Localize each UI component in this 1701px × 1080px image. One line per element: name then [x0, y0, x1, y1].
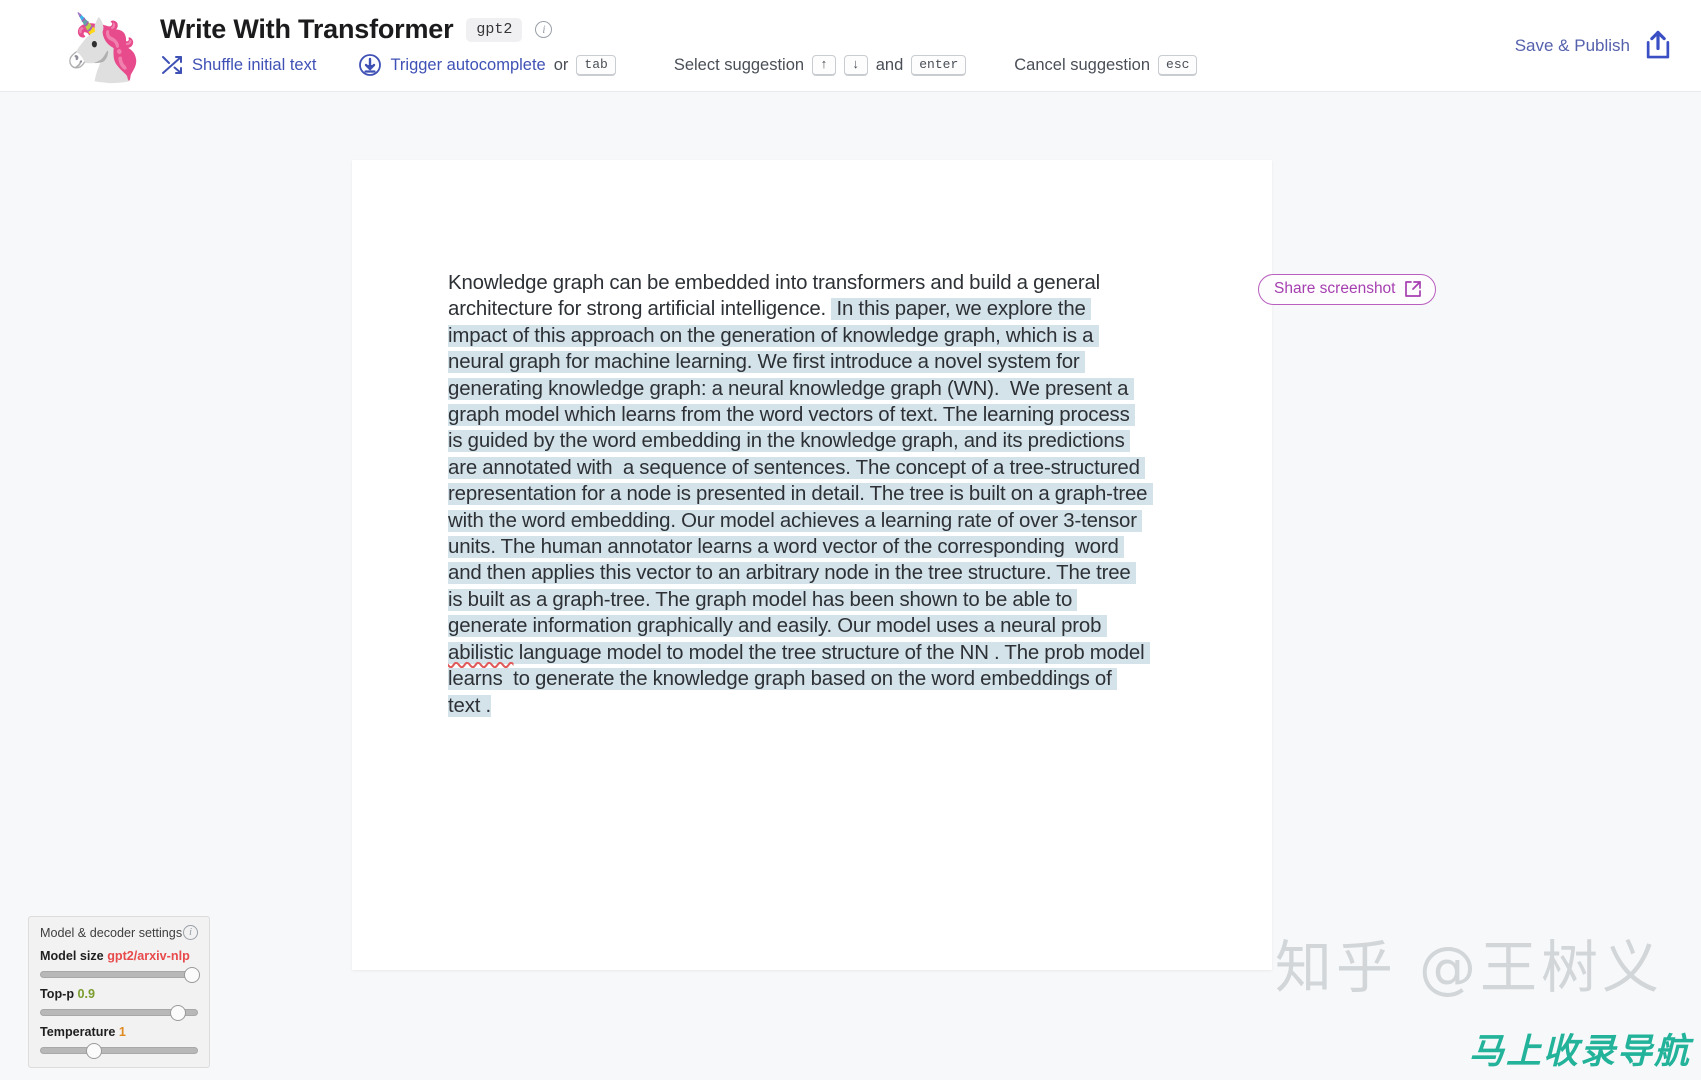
topp-slider-knob[interactable] — [170, 1005, 187, 1021]
title-row: Write With Transformer gpt2 i — [160, 14, 553, 45]
key-arrow-up[interactable]: ↑ — [812, 54, 836, 76]
download-arrow-icon — [358, 53, 382, 77]
shortcut-bar: Shuffle initial text Trigger autocomplet… — [160, 52, 1198, 78]
temperature-label-text: Temperature — [40, 1025, 116, 1039]
model-size-slider[interactable] — [40, 967, 201, 983]
shortcut-cancel-label: Cancel suggestion — [1014, 55, 1151, 74]
settings-info-icon[interactable]: i — [183, 925, 198, 940]
topp-slider[interactable] — [40, 1005, 198, 1021]
shortcut-autocomplete[interactable]: Trigger autocomplete or tab — [358, 53, 616, 77]
shortcut-select-suggestion: Select suggestion ↑ ↓ and enter — [673, 54, 967, 76]
shortcut-autocomplete-label: Trigger autocomplete — [390, 55, 546, 74]
shortcut-connector-and: and — [875, 55, 904, 74]
misspelled-word: abilistic — [448, 641, 514, 664]
editor-textarea[interactable]: Knowledge graph can be embedded into tra… — [448, 270, 1153, 719]
page-title: Write With Transformer — [160, 14, 454, 44]
shuffle-icon — [160, 53, 184, 77]
watermark-nav: 马上收录导航 — [1468, 1032, 1691, 1072]
setting-topp-label: Top-p 0.9 — [40, 987, 198, 1001]
topp-label-text: Top-p — [40, 987, 75, 1001]
generated-text-part1: In this paper, we explore the impact of … — [448, 298, 1153, 638]
app-header: 🦄 Write With Transformer gpt2 i Shuffle … — [0, 0, 1701, 92]
generated-text-part2: language model to model the tree structu… — [448, 641, 1150, 717]
shortcut-shuffle-label: Shuffle initial text — [192, 55, 317, 74]
key-esc[interactable]: esc — [1158, 54, 1198, 76]
model-size-value: gpt2/arxiv-nlp — [107, 949, 190, 963]
model-decoder-settings-panel: Model & decoder settings i Model size gp… — [28, 916, 210, 1068]
info-icon[interactable]: i — [535, 21, 553, 38]
editor-page[interactable]: Knowledge graph can be embedded into tra… — [352, 160, 1272, 970]
key-tab[interactable]: tab — [576, 54, 616, 76]
model-size-label-text: Model size — [40, 949, 104, 963]
key-enter[interactable]: enter — [911, 54, 967, 76]
share-screenshot-button[interactable]: Share screenshot — [1258, 274, 1436, 305]
save-publish-button[interactable]: Save & Publish — [1515, 30, 1673, 62]
external-link-icon — [1404, 280, 1422, 298]
shortcut-connector-or: or — [553, 55, 569, 74]
settings-header: Model & decoder settings i — [40, 925, 198, 940]
topp-value: 0.9 — [77, 987, 96, 1001]
key-arrow-down[interactable]: ↓ — [843, 54, 868, 76]
shortcut-cancel-suggestion: Cancel suggestion esc — [1014, 54, 1198, 76]
setting-temperature-label: Temperature 1 — [40, 1025, 198, 1039]
settings-title: Model & decoder settings — [40, 925, 183, 940]
shortcut-shuffle[interactable]: Shuffle initial text — [160, 53, 316, 77]
temperature-slider[interactable] — [40, 1043, 198, 1059]
watermark-zhihu: 知乎 @王树义 — [1274, 935, 1663, 1001]
temperature-slider-knob[interactable] — [86, 1043, 103, 1059]
setting-model-size-label: Model size gpt2/arxiv-nlp — [40, 949, 198, 963]
save-publish-label: Save & Publish — [1514, 36, 1630, 55]
model-badge: gpt2 — [466, 17, 523, 42]
share-upload-icon — [1643, 30, 1673, 62]
model-size-slider-knob[interactable] — [184, 967, 201, 983]
shortcut-select-label: Select suggestion — [673, 55, 805, 74]
share-screenshot-label: Share screenshot — [1274, 280, 1396, 297]
temperature-value: 1 — [118, 1025, 126, 1039]
unicorn-logo-icon: 🦄 — [62, 10, 145, 84]
